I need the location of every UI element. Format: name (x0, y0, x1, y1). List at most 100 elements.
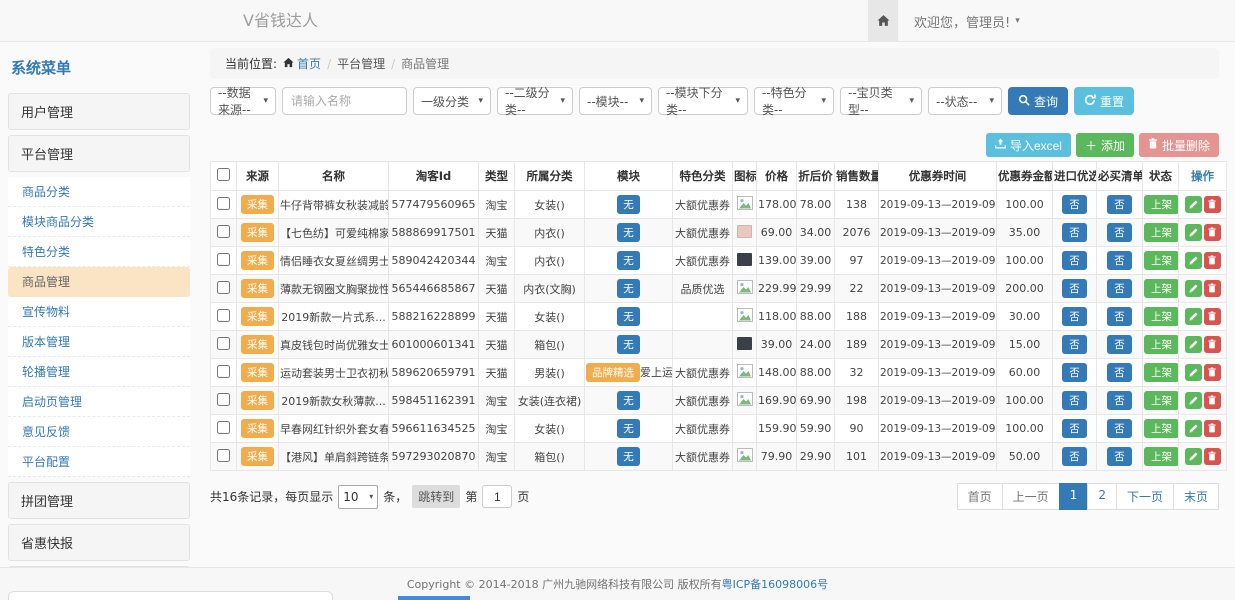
delete-button[interactable] (1204, 420, 1221, 437)
name-input[interactable] (282, 87, 407, 115)
delete-button[interactable] (1204, 308, 1221, 325)
edit-button[interactable] (1185, 252, 1202, 269)
row-checkbox[interactable] (217, 309, 230, 322)
edit-button[interactable] (1185, 280, 1202, 297)
imported-toggle-button[interactable]: 否 (1062, 251, 1087, 270)
item-type-select[interactable]: --宝贝类型--▾ (840, 87, 922, 115)
sidebar-item[interactable]: 启动页管理 (8, 387, 190, 417)
module-select[interactable]: --模块--▾ (579, 87, 652, 115)
add-button[interactable]: ＋ 添加 (1076, 133, 1134, 157)
status-button[interactable]: 上架 (1144, 419, 1179, 438)
row-checkbox[interactable] (217, 393, 230, 406)
sidebar-item[interactable]: 轮播管理 (8, 357, 190, 387)
must-buy-toggle-button[interactable]: 否 (1107, 363, 1132, 382)
icp-link[interactable]: 粤ICP备16098006号 (722, 578, 829, 591)
must-buy-toggle-button[interactable]: 否 (1107, 419, 1132, 438)
category-level2-select[interactable]: --二级分类--▾ (497, 87, 573, 115)
jump-page-input[interactable] (482, 485, 512, 508)
page-button[interactable]: 首页 (957, 483, 1003, 510)
status-button[interactable]: 上架 (1144, 391, 1179, 410)
breadcrumb-home-link[interactable]: 首页 (283, 55, 321, 72)
breadcrumb-item[interactable]: 平台管理 (337, 55, 385, 72)
user-menu[interactable]: 欢迎您，管理员! ▾ (914, 12, 1020, 31)
sidebar-item[interactable]: 版本管理 (8, 327, 190, 357)
delete-button[interactable] (1204, 224, 1221, 241)
row-checkbox[interactable] (217, 449, 230, 462)
status-button[interactable]: 上架 (1144, 335, 1179, 354)
data-source-select[interactable]: --数据来源--▾ (210, 87, 276, 115)
must-buy-toggle-button[interactable]: 否 (1107, 251, 1132, 270)
row-checkbox[interactable] (217, 421, 230, 434)
delete-button[interactable] (1204, 336, 1221, 353)
edit-button[interactable] (1185, 448, 1202, 465)
row-checkbox[interactable] (217, 337, 230, 350)
category-level1-select[interactable]: 一级分类▾ (413, 87, 491, 115)
imported-toggle-button[interactable]: 否 (1062, 447, 1087, 466)
status-button[interactable]: 上架 (1144, 223, 1179, 242)
row-checkbox[interactable] (217, 253, 230, 266)
edit-button[interactable] (1185, 420, 1202, 437)
jump-to-button[interactable]: 跳转到 (412, 485, 460, 508)
sidebar-item[interactable]: 用户管理 (8, 93, 190, 130)
edit-button[interactable] (1185, 364, 1202, 381)
page-button[interactable]: 2 (1087, 483, 1117, 510)
must-buy-toggle-button[interactable]: 否 (1107, 223, 1132, 242)
imported-toggle-button[interactable]: 否 (1062, 279, 1087, 298)
imported-toggle-button[interactable]: 否 (1062, 223, 1087, 242)
must-buy-toggle-button[interactable]: 否 (1107, 279, 1132, 298)
page-button[interactable]: 下一页 (1116, 483, 1174, 510)
featured-category-select[interactable]: --特色分类--▾ (754, 87, 834, 115)
delete-button[interactable] (1204, 392, 1221, 409)
sidebar-item[interactable]: 平台配置 (8, 447, 190, 477)
status-button[interactable]: 上架 (1144, 363, 1179, 382)
select-all-checkbox[interactable] (217, 168, 230, 181)
reset-button[interactable]: 重置 (1074, 87, 1134, 115)
delete-button[interactable] (1204, 364, 1221, 381)
must-buy-toggle-button[interactable]: 否 (1107, 307, 1132, 326)
row-checkbox[interactable] (217, 197, 230, 210)
edit-button[interactable] (1185, 224, 1202, 241)
module-subcategory-select[interactable]: --模块下分类--▾ (658, 87, 748, 115)
sidebar-item[interactable]: 意见反馈 (8, 417, 190, 447)
imported-toggle-button[interactable]: 否 (1062, 363, 1087, 382)
status-button[interactable]: 上架 (1144, 307, 1179, 326)
edit-button[interactable] (1185, 392, 1202, 409)
status-button[interactable]: 上架 (1144, 251, 1179, 270)
delete-button[interactable] (1204, 196, 1221, 213)
status-button[interactable]: 上架 (1144, 447, 1179, 466)
imported-toggle-button[interactable]: 否 (1062, 307, 1087, 326)
sidebar-item[interactable]: 特色分类 (8, 237, 190, 267)
must-buy-toggle-button[interactable]: 否 (1107, 335, 1132, 354)
delete-button[interactable] (1204, 280, 1221, 297)
batch-delete-button[interactable]: 批量删除 (1139, 133, 1219, 157)
edit-button[interactable] (1185, 308, 1202, 325)
edit-button[interactable] (1185, 196, 1202, 213)
sidebar-item[interactable]: 拼团管理 (8, 482, 190, 519)
status-button[interactable]: 上架 (1144, 195, 1179, 214)
search-button[interactable]: 查询 (1008, 87, 1068, 115)
sidebar-item[interactable]: 省惠快报 (8, 524, 190, 561)
must-buy-toggle-button[interactable]: 否 (1107, 447, 1132, 466)
import-excel-button[interactable]: 导入excel (986, 133, 1071, 157)
home-button[interactable] (868, 0, 898, 42)
status-button[interactable]: 上架 (1144, 279, 1179, 298)
edit-button[interactable] (1185, 336, 1202, 353)
page-button[interactable]: 1 (1059, 483, 1089, 510)
delete-button[interactable] (1204, 252, 1221, 269)
imported-toggle-button[interactable]: 否 (1062, 195, 1087, 214)
imported-toggle-button[interactable]: 否 (1062, 335, 1087, 354)
row-checkbox[interactable] (217, 281, 230, 294)
sidebar-item[interactable]: 商品分类 (8, 177, 190, 207)
sidebar-item[interactable]: 商品管理 (8, 267, 190, 297)
imported-toggle-button[interactable]: 否 (1062, 419, 1087, 438)
row-checkbox[interactable] (217, 225, 230, 238)
sidebar-item[interactable]: 平台管理 (8, 135, 190, 172)
row-checkbox[interactable] (217, 365, 230, 378)
delete-button[interactable] (1204, 448, 1221, 465)
imported-toggle-button[interactable]: 否 (1062, 391, 1087, 410)
page-button[interactable]: 上一页 (1002, 483, 1060, 510)
sidebar-item[interactable]: 宣传物料 (8, 297, 190, 327)
horizontal-scrollbar-thumb[interactable] (398, 596, 470, 600)
status-select[interactable]: --状态--▾ (928, 87, 1002, 115)
must-buy-toggle-button[interactable]: 否 (1107, 391, 1132, 410)
